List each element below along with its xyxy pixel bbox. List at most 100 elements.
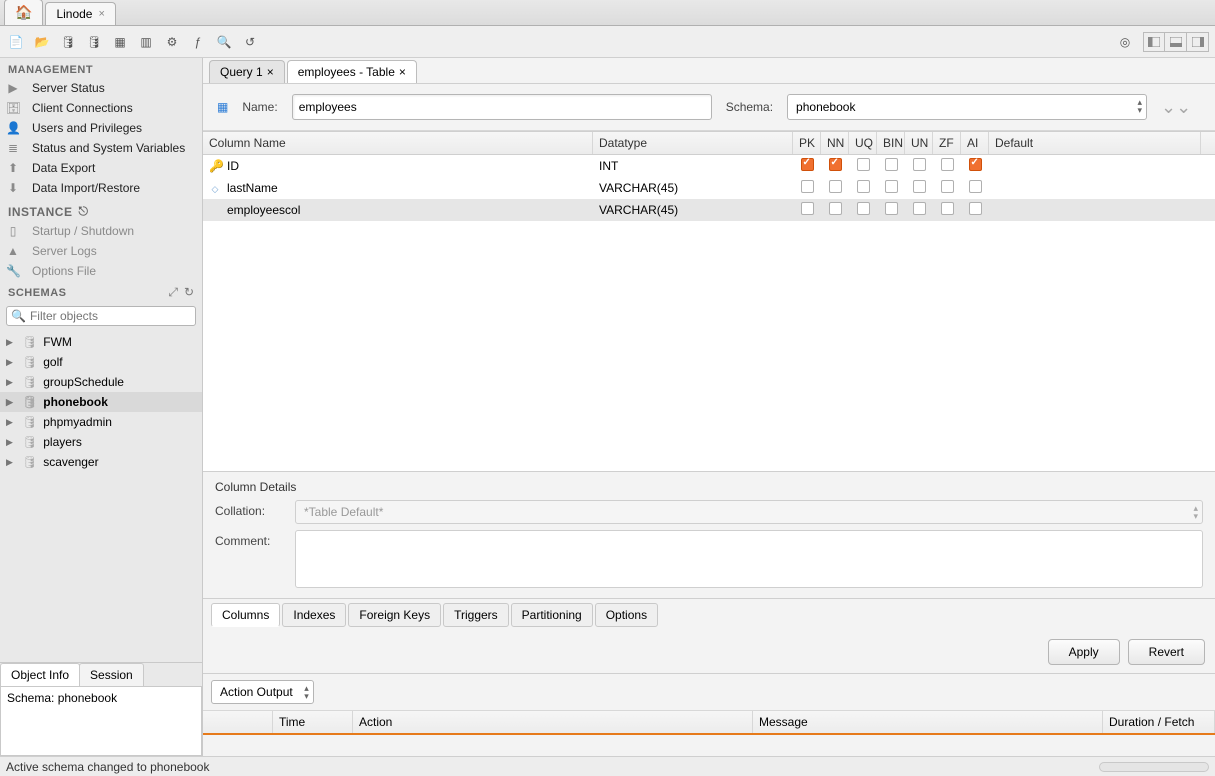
column-header[interactable]: Datatype xyxy=(593,132,793,154)
schema-node[interactable]: ▶🛢FWM xyxy=(0,332,202,352)
layout-bottom-button[interactable] xyxy=(1165,32,1187,52)
view-icon[interactable]: ▥ xyxy=(136,32,156,52)
nav-item[interactable]: ⬆Data Export xyxy=(0,158,202,178)
checkbox[interactable] xyxy=(969,202,982,215)
schema-node[interactable]: ▶🛢phpmyadmin xyxy=(0,412,202,432)
expand-icon[interactable]: ⤢ xyxy=(168,285,178,300)
layout-left-button[interactable] xyxy=(1143,32,1165,52)
column-header[interactable]: ZF xyxy=(933,132,961,154)
nav-item[interactable]: ▶Server Status xyxy=(0,78,202,98)
checkbox[interactable] xyxy=(913,180,926,193)
column-name-cell[interactable]: 🔑ID xyxy=(203,156,593,176)
output-header[interactable]: Duration / Fetch xyxy=(1103,711,1215,733)
checkbox[interactable] xyxy=(801,202,814,215)
resize-handle[interactable] xyxy=(1099,762,1209,772)
column-header[interactable]: NN xyxy=(821,132,849,154)
section-tab[interactable]: Triggers xyxy=(443,603,509,627)
close-icon[interactable]: × xyxy=(399,65,406,79)
table-icon[interactable]: ▦ xyxy=(110,32,130,52)
nav-item[interactable]: ▲Server Logs xyxy=(0,241,202,261)
checkbox[interactable] xyxy=(829,158,842,171)
column-row[interactable]: employeescolVARCHAR(45) xyxy=(203,199,1215,221)
section-tab[interactable]: Columns xyxy=(211,603,280,627)
datatype-cell[interactable]: VARCHAR(45) xyxy=(593,178,793,198)
object-info-tab[interactable]: Object Info xyxy=(0,663,80,686)
default-cell[interactable] xyxy=(989,185,1201,191)
schema-node[interactable]: ▶🛢groupSchedule xyxy=(0,372,202,392)
schema-icon[interactable]: 🛢 xyxy=(84,32,104,52)
output-type-select[interactable]: Action Output ▴▾ xyxy=(211,680,314,704)
schema-node[interactable]: ▶🛢scavenger xyxy=(0,452,202,472)
function-icon[interactable]: ƒ xyxy=(188,32,208,52)
open-sql-icon[interactable]: 📂 xyxy=(32,32,52,52)
output-header[interactable] xyxy=(203,711,273,733)
column-header[interactable]: UN xyxy=(905,132,933,154)
output-header[interactable]: Time xyxy=(273,711,353,733)
schema-filter[interactable]: 🔍 xyxy=(6,306,196,326)
datatype-cell[interactable]: VARCHAR(45) xyxy=(593,200,793,220)
schema-node[interactable]: ▶🛢golf xyxy=(0,352,202,372)
schema-select[interactable]: phonebook ▴▾ xyxy=(787,94,1147,120)
column-name-cell[interactable]: employeescol xyxy=(203,200,593,220)
column-name-cell[interactable]: ◇lastName xyxy=(203,178,593,198)
column-row[interactable]: 🔑IDINT xyxy=(203,155,1215,177)
apply-button[interactable]: Apply xyxy=(1048,639,1120,665)
checkbox[interactable] xyxy=(969,180,982,193)
layout-right-button[interactable] xyxy=(1187,32,1209,52)
output-header[interactable]: Message xyxy=(753,711,1103,733)
checkbox[interactable] xyxy=(829,180,842,193)
default-cell[interactable] xyxy=(989,207,1201,213)
column-header[interactable]: PK xyxy=(793,132,821,154)
search-icon[interactable]: 🔍 xyxy=(214,32,234,52)
column-header[interactable]: Default xyxy=(989,132,1201,154)
checkbox[interactable] xyxy=(857,180,870,193)
nav-item[interactable]: 🔧Options File xyxy=(0,261,202,281)
checkbox[interactable] xyxy=(801,158,814,171)
connection-tab[interactable]: Linode × xyxy=(45,2,115,25)
chevron-right-icon[interactable]: ▶ xyxy=(6,337,16,348)
checkbox[interactable] xyxy=(829,202,842,215)
chevron-right-icon[interactable]: ▶ xyxy=(6,457,16,468)
query-tab[interactable]: Query 1× xyxy=(209,60,285,83)
column-header[interactable]: AI xyxy=(961,132,989,154)
nav-item[interactable]: 👤Users and Privileges xyxy=(0,118,202,138)
checkbox[interactable] xyxy=(913,158,926,171)
output-header[interactable]: Action xyxy=(353,711,753,733)
datatype-cell[interactable]: INT xyxy=(593,156,793,176)
column-header[interactable]: Column Name xyxy=(203,132,593,154)
table-name-input[interactable] xyxy=(292,94,712,120)
checkbox[interactable] xyxy=(885,158,898,171)
checkbox[interactable] xyxy=(941,158,954,171)
column-header[interactable]: UQ xyxy=(849,132,877,154)
column-row[interactable]: ◇lastNameVARCHAR(45) xyxy=(203,177,1215,199)
checkbox[interactable] xyxy=(913,202,926,215)
chevron-right-icon[interactable]: ▶ xyxy=(6,357,16,368)
checkbox[interactable] xyxy=(885,202,898,215)
collation-select[interactable]: *Table Default* ▴▾ xyxy=(295,500,1203,524)
column-header[interactable]: BIN xyxy=(877,132,905,154)
chevron-right-icon[interactable]: ▶ xyxy=(6,417,16,428)
checkbox[interactable] xyxy=(941,202,954,215)
nav-item[interactable]: ≣Status and System Variables xyxy=(0,138,202,158)
refresh-icon[interactable]: ↻ xyxy=(184,285,194,300)
nav-item[interactable]: ⬇Data Import/Restore xyxy=(0,178,202,198)
new-sql-icon[interactable]: 📄 xyxy=(6,32,26,52)
reconnect-icon[interactable]: ↺ xyxy=(240,32,260,52)
section-tab[interactable]: Partitioning xyxy=(511,603,593,627)
checkbox[interactable] xyxy=(885,180,898,193)
schema-node[interactable]: ▶🛢players xyxy=(0,432,202,452)
home-tab[interactable]: 🏠 xyxy=(4,0,43,25)
chevron-right-icon[interactable]: ▶ xyxy=(6,437,16,448)
comment-textarea[interactable] xyxy=(295,530,1203,588)
nav-item[interactable]: 🗄Client Connections xyxy=(0,98,202,118)
expand-panel-icon[interactable]: ⌄⌄ xyxy=(1161,97,1191,118)
checkbox[interactable] xyxy=(857,158,870,171)
chevron-right-icon[interactable]: ▶ xyxy=(6,397,16,408)
close-icon[interactable]: × xyxy=(98,8,104,20)
checkbox[interactable] xyxy=(801,180,814,193)
close-icon[interactable]: × xyxy=(267,65,274,79)
table-editor-tab[interactable]: employees - Table× xyxy=(287,60,417,83)
settings-icon[interactable]: ◎ xyxy=(1115,32,1135,52)
schema-tree[interactable]: ▶🛢FWM▶🛢golf▶🛢groupSchedule▶🛢phonebook▶🛢p… xyxy=(0,332,202,662)
schema-filter-input[interactable] xyxy=(30,309,191,323)
